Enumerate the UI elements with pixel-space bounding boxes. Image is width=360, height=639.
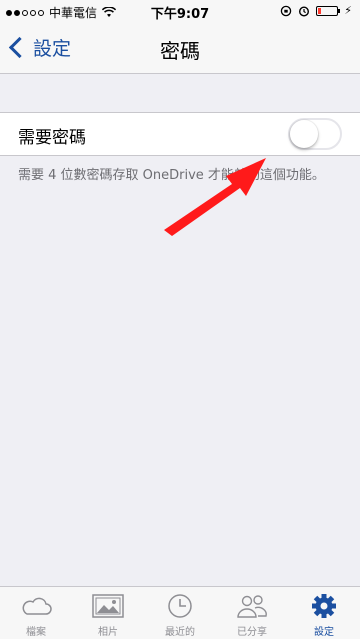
battery-icon — [316, 5, 341, 16]
status-bar: 中華電信 下午9:07 ⚡ — [0, 0, 360, 22]
cloud-icon — [22, 597, 52, 615]
tab-shared[interactable]: 已分享 — [216, 587, 288, 639]
status-right: ⚡ — [280, 4, 352, 17]
tab-shared-label: 已分享 — [237, 627, 267, 638]
page-title: 密碼 — [160, 39, 200, 63]
gear-icon — [312, 594, 336, 618]
tab-settings[interactable]: 設定 — [288, 587, 360, 639]
battery-level — [318, 7, 322, 14]
tab-recent-label: 最近的 — [165, 627, 195, 638]
alarm-icon — [299, 5, 310, 17]
red-arrow-annotation — [164, 158, 266, 236]
tab-files[interactable]: 檔案 — [0, 587, 72, 639]
require-passcode-label: 需要密碼 — [18, 128, 86, 148]
tab-recent[interactable]: 最近的 — [144, 587, 216, 639]
tab-settings-label: 設定 — [314, 627, 334, 638]
people-icon — [237, 595, 267, 618]
tab-files-label: 檔案 — [26, 627, 46, 638]
require-passcode-toggle[interactable] — [288, 118, 342, 150]
navigation-bar: 設定 密碼 — [0, 22, 360, 74]
rotation-lock-icon — [281, 5, 292, 16]
photos-icon — [92, 594, 124, 618]
tab-bar: 檔案 相片 最近的 已分享 設定 — [0, 586, 360, 639]
screen: 中華電信 下午9:07 ⚡ 設定 密碼 需要密碼 需要 4 位數密碼存取 One… — [0, 0, 360, 639]
charging-icon: ⚡ — [344, 4, 352, 17]
tab-photos-label: 相片 — [98, 627, 118, 638]
clock-icon — [168, 594, 192, 618]
toggle-knob — [290, 120, 318, 148]
tab-photos[interactable]: 相片 — [72, 587, 144, 639]
